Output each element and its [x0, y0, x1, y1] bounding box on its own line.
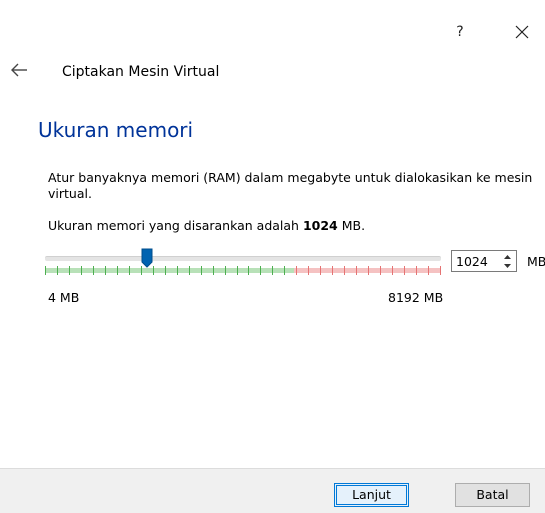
slider-handle[interactable]	[141, 248, 153, 268]
close-icon	[515, 25, 529, 39]
unit-label: MB	[527, 254, 545, 269]
memory-spinbox[interactable]	[451, 250, 517, 272]
cancel-button[interactable]: Batal	[455, 483, 530, 507]
triangle-up-icon	[504, 254, 511, 259]
spin-up-button[interactable]	[500, 252, 515, 261]
scale-warning-zone	[294, 268, 441, 273]
scale-safe-zone	[45, 268, 294, 273]
slider-track	[45, 256, 441, 261]
spin-buttons	[500, 252, 515, 270]
next-button[interactable]: Lanjut	[334, 483, 409, 507]
recommendation-prefix: Ukuran memori yang disarankan adalah	[48, 218, 303, 233]
slider-scale	[45, 266, 441, 275]
recommendation-suffix: MB.	[337, 218, 366, 233]
back-button[interactable]	[10, 62, 34, 82]
spin-down-button[interactable]	[500, 261, 515, 270]
recommended-value: 1024	[302, 218, 338, 233]
memory-slider[interactable]	[45, 248, 441, 278]
arrow-left-icon	[11, 63, 27, 77]
wizard-title: Ciptakan Mesin Virtual	[62, 64, 220, 80]
footer-bar: Lanjut Batal	[0, 468, 545, 513]
slider-max-label: 8192 MB	[388, 290, 444, 305]
recommendation-text: Ukuran memori yang disarankan adalah 102…	[48, 218, 365, 233]
help-button[interactable]: ?	[448, 20, 472, 44]
slider-min-label: 4 MB	[48, 290, 80, 305]
close-button[interactable]	[510, 20, 534, 44]
description-text: Atur banyaknya memori (RAM) dalam megaby…	[48, 170, 533, 201]
memory-input[interactable]	[456, 253, 498, 269]
triangle-down-icon	[504, 263, 511, 268]
section-heading: Ukuran memori	[38, 118, 194, 142]
